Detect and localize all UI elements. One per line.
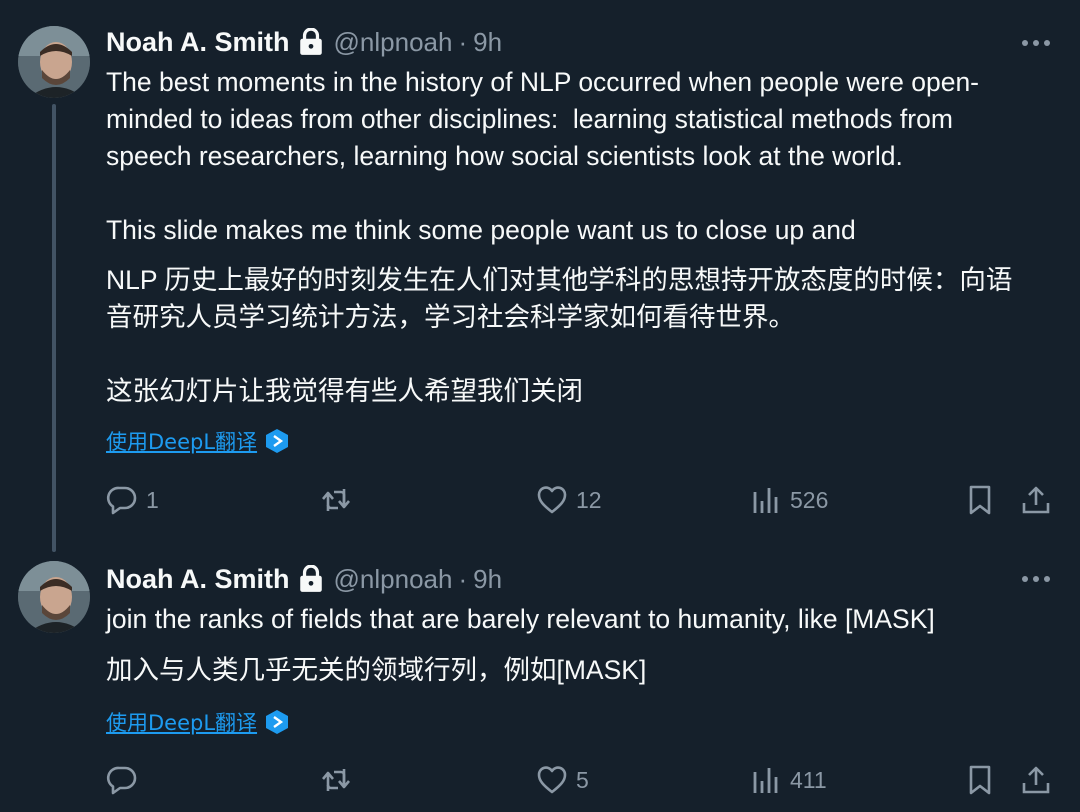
- retweet-icon: [322, 489, 350, 511]
- more-icon[interactable]: [1020, 38, 1052, 48]
- views-button[interactable]: 526: [750, 480, 828, 520]
- author-name[interactable]: Noah A. Smith: [106, 564, 290, 595]
- tweet-1[interactable]: Noah A. Smith @nlpnoah · 9h The best mom…: [0, 0, 1080, 545]
- like-count: 12: [576, 486, 602, 513]
- deepl-icon: [266, 710, 289, 734]
- reply-icon: [106, 486, 137, 515]
- tweet-text-english: join the ranks of fields that are barely…: [106, 604, 935, 634]
- translate-link[interactable]: 使用DeepL翻译: [106, 426, 257, 456]
- views-icon: [753, 488, 778, 513]
- view-count: 411: [790, 766, 827, 793]
- tweet-text-chinese: NLP 历史上最好的时刻发生在人们对其他学科的思想持开放态度的时候：向语 音研究…: [106, 265, 1013, 406]
- views-icon: [753, 768, 778, 793]
- reply-icon: [106, 766, 137, 795]
- avatar[interactable]: [18, 561, 90, 633]
- retweet-button[interactable]: [320, 760, 360, 800]
- reply-button[interactable]: 1: [106, 480, 159, 520]
- tweet-text-chinese: 加入与人类几乎无关的领域行列，例如[MASK]: [106, 655, 647, 685]
- retweet-button[interactable]: [320, 480, 360, 520]
- like-button[interactable]: 5: [536, 760, 589, 800]
- share-icon: [1022, 766, 1050, 794]
- like-icon: [537, 766, 567, 794]
- bookmark-icon: [969, 485, 991, 515]
- translate-link[interactable]: 使用DeepL翻译: [106, 707, 257, 737]
- share-button[interactable]: [1020, 480, 1052, 520]
- tweet-2[interactable]: Noah A. Smith @nlpnoah · 9h join the ran…: [0, 545, 1080, 812]
- translate-row: 使用DeepL翻译: [106, 707, 289, 737]
- bookmark-button[interactable]: [964, 760, 996, 800]
- timestamp[interactable]: 9h: [473, 564, 502, 595]
- like-icon: [537, 486, 567, 514]
- reply-count: 1: [146, 486, 159, 513]
- tweet-text-english: The best moments in the history of NLP o…: [106, 67, 980, 245]
- reply-button[interactable]: [106, 760, 146, 800]
- share-button[interactable]: [1020, 760, 1052, 800]
- avatar[interactable]: [18, 26, 90, 98]
- dot-separator: ·: [458, 563, 468, 594]
- author-handle[interactable]: @nlpnoah: [334, 27, 453, 58]
- lock-icon: [299, 28, 322, 55]
- author-name[interactable]: Noah A. Smith: [106, 27, 290, 58]
- like-count: 5: [576, 766, 589, 793]
- dot-separator: ·: [458, 26, 468, 57]
- deepl-icon: [266, 429, 289, 453]
- timestamp[interactable]: 9h: [473, 27, 502, 58]
- tweet-thread: Noah A. Smith @nlpnoah · 9h The best mom…: [0, 0, 1080, 812]
- like-button[interactable]: 12: [536, 480, 602, 520]
- action-bar: 1 12 526: [0, 480, 1080, 520]
- action-bar: 5 411: [0, 760, 1080, 800]
- retweet-icon: [322, 769, 350, 791]
- lock-icon: [299, 565, 322, 592]
- tweet-header: Noah A. Smith @nlpnoah · 9h: [106, 24, 502, 60]
- author-handle[interactable]: @nlpnoah: [334, 564, 453, 595]
- share-icon: [1022, 486, 1050, 514]
- view-count: 526: [790, 486, 829, 513]
- bookmark-button[interactable]: [964, 480, 996, 520]
- bookmark-icon: [969, 765, 991, 795]
- views-button[interactable]: 411: [750, 760, 827, 800]
- translate-row: 使用DeepL翻译: [106, 426, 289, 456]
- more-icon[interactable]: [1020, 574, 1052, 584]
- tweet-header: Noah A. Smith @nlpnoah · 9h: [106, 561, 502, 597]
